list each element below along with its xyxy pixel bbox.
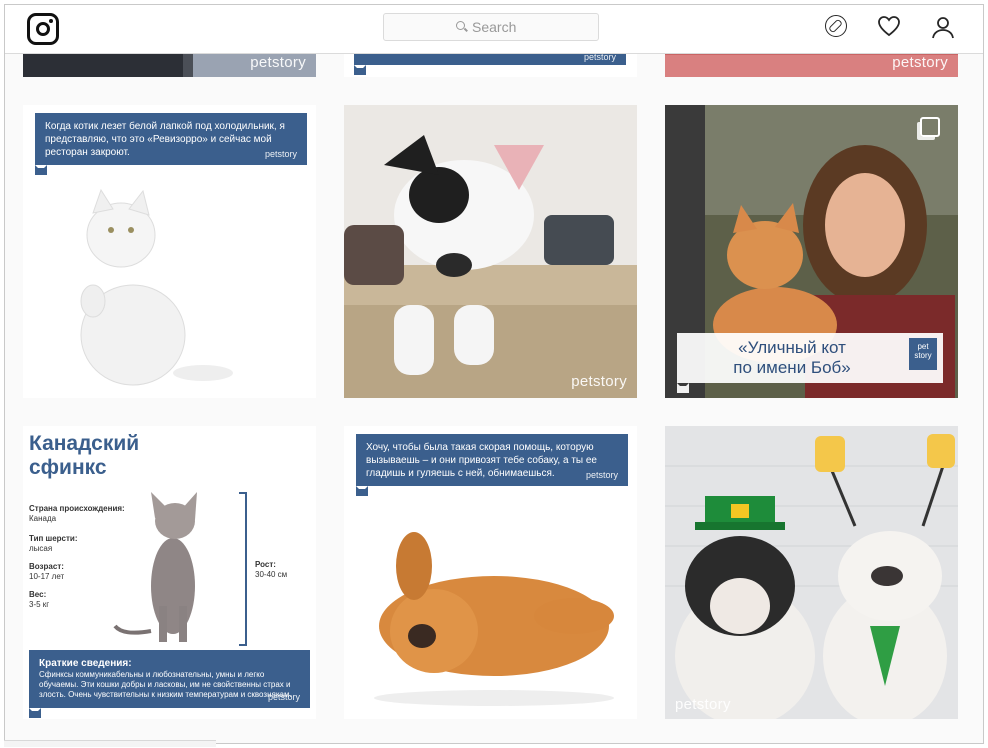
instagram-logo-icon[interactable] [27, 13, 59, 45]
watermark: petstory [892, 54, 948, 71]
badge-line: story [914, 351, 932, 360]
multiple-photos-icon [920, 117, 940, 137]
post-tile[interactable]: Когда котик лезет белой лапкой под холод… [23, 105, 316, 398]
search-input[interactable]: Search [383, 13, 599, 41]
post-tile[interactable]: petstory [665, 426, 958, 719]
bulldogs-photo [665, 426, 958, 719]
post-title: «Уличный кот по имени Боб» [677, 338, 907, 378]
post-tile[interactable]: petstory [344, 105, 637, 398]
heart-icon[interactable] [877, 15, 901, 39]
summary-text: Сфинксы коммуникабельны и любознательны,… [39, 670, 292, 699]
post-tile[interactable]: Хочу, чтобы была такая скорая помощь, ко… [344, 426, 637, 719]
white-cat-photo [80, 188, 233, 386]
petstory-badge: pet story [909, 338, 937, 370]
top-navigation-bar: Search [5, 5, 983, 54]
compass-icon[interactable] [825, 15, 847, 37]
search-placeholder: Search [472, 19, 517, 35]
watermark: petstory [571, 373, 627, 390]
cat-logo-icon [354, 65, 366, 75]
watermark: petstory [675, 696, 731, 713]
summary-title: Краткие сведения: [39, 658, 132, 669]
watermark: petstory [267, 692, 300, 702]
title-banner: «Уличный кот по имени Боб» pet story [677, 333, 943, 383]
puppy-photo [344, 105, 637, 398]
search-icon [456, 21, 465, 30]
user-icon[interactable] [931, 15, 955, 39]
post-tile[interactable]: «Уличный кот по имени Боб» pet story [665, 105, 958, 398]
golden-dog-photo [374, 532, 614, 706]
browser-window: petstory petstory petstory Когда котик л… [4, 4, 984, 744]
horizontal-scrollbar[interactable] [4, 740, 216, 747]
summary-banner: Краткие сведения: Сфинксы коммуникабельн… [29, 650, 310, 708]
post-tile[interactable]: Канадский сфинкс Страна происхождения: Ка… [23, 426, 316, 719]
badge-line: pet [917, 342, 929, 351]
watermark: petstory [250, 54, 306, 71]
title-line: по имени Боб» [733, 358, 851, 377]
title-line: «Уличный кот [738, 338, 846, 357]
